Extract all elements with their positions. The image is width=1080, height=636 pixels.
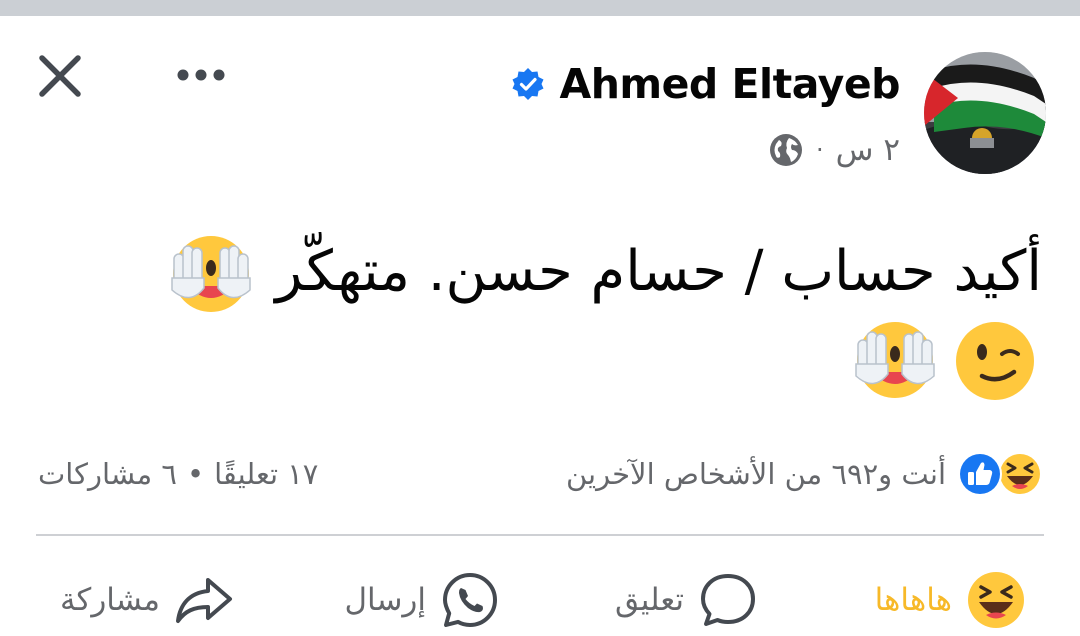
post-timestamp[interactable]: ٢ س [836, 132, 900, 168]
post-meta: ٢ س · [768, 128, 900, 172]
reaction-icons [956, 450, 1044, 498]
send-button[interactable]: إرسال [344, 564, 500, 636]
shares-count[interactable]: ٦ مشاركات [38, 457, 177, 491]
haha-label: هاهاها [874, 582, 952, 618]
face-with-hands-over-eyes-emoji [855, 322, 935, 398]
comment-label: تعليق [614, 582, 684, 618]
post-emoji-line [42, 318, 1042, 404]
top-edge-strip [0, 0, 1080, 16]
post-text-line: أكيد حساب / حسام حسن. متهكّر [42, 226, 1042, 318]
post-body: أكيد حساب / حسام حسن. متهكّر [42, 226, 1042, 404]
more-options-icon [177, 69, 225, 81]
share-button[interactable]: مشاركة [60, 564, 234, 636]
more-options-button[interactable] [168, 52, 234, 98]
like-icon [958, 452, 1002, 496]
author-row: Ahmed Eltayeb [511, 56, 900, 112]
close-icon [39, 55, 81, 97]
comments-count[interactable]: ١٧ تعليقًا [214, 457, 318, 491]
author-name[interactable]: Ahmed Eltayeb [559, 60, 900, 108]
face-with-hands-over-eyes-emoji [170, 235, 251, 312]
post-text: أكيد حساب / حسام حسن. متهكّر [275, 239, 1042, 304]
haha-reaction-button[interactable]: هاهاها [875, 564, 1026, 636]
whatsapp-icon [443, 573, 497, 627]
comment-icon [701, 574, 755, 626]
close-button[interactable] [30, 48, 90, 104]
winking-face-emoji [956, 322, 1034, 400]
reactions-summary[interactable]: أنت و٦٩٢ من الأشخاص الآخرين [566, 448, 1044, 500]
share-label: مشاركة [59, 582, 160, 618]
reactions-text: أنت و٦٩٢ من الأشخاص الآخرين [565, 457, 946, 491]
avatar-image [924, 52, 1046, 174]
divider [36, 534, 1044, 536]
comment-button[interactable]: تعليق [615, 564, 758, 636]
meta-separator: · [816, 136, 824, 164]
send-label: إرسال [344, 582, 426, 618]
verified-badge-icon [512, 68, 544, 100]
haha-icon [968, 572, 1024, 628]
engagement-counts: ١٧ تعليقًا • ٦ مشاركات [38, 452, 318, 496]
globe-icon[interactable] [768, 132, 804, 168]
avatar[interactable] [924, 52, 1046, 174]
stats-separator: • [186, 457, 205, 491]
share-icon [176, 578, 232, 623]
